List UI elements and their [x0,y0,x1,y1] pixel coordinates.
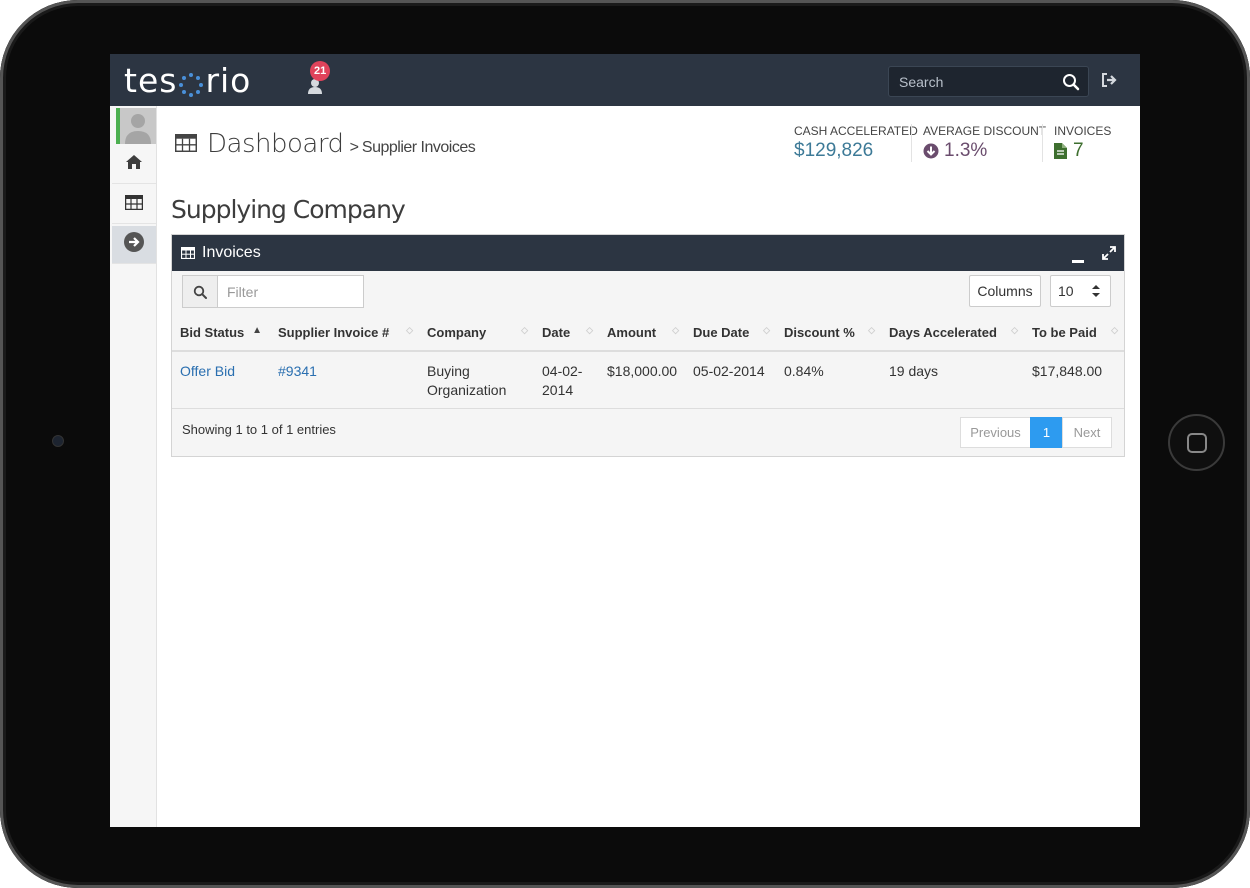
table-toolbar: Columns 10 [172,271,1124,315]
divider [911,124,912,162]
invoice-link[interactable]: #9341 [278,363,317,379]
cell-date: 04-02- 2014 [534,351,599,409]
entries-info: Showing 1 to 1 of 1 entries [182,422,336,437]
arrow-right-circle-icon [123,231,145,258]
sort-asc-icon: ▲ [252,325,262,336]
cell-bid-status: Offer Bid [172,351,270,409]
filter-input[interactable] [218,276,358,307]
stat-label: INVOICES [1054,124,1112,138]
stat-value-wrap: 1.3% [923,140,1046,162]
table-footer: Showing 1 to 1 of 1 entries Previous 1 N… [172,407,1124,457]
sidebar-item-table[interactable] [112,186,156,224]
logo-text-right: rio [205,60,252,100]
page-title: Dashboard [207,129,344,159]
sidebar-item-home[interactable] [112,146,156,184]
home-hardware-button [1168,414,1225,471]
stat-cash-accelerated: CASH ACCELERATED $129,826 [794,124,918,164]
select-arrows-icon [1092,284,1100,301]
pagination: Previous 1 Next [960,417,1112,448]
invoices-table: Bid Status ▲ Supplier Invoice # ◇ Company ◇… [172,315,1124,409]
panel-header: Invoices [172,235,1124,271]
page-header: Dashboard > Supplier Invoices [174,129,476,159]
sort-icon: ◇ [1111,325,1118,335]
minus-icon[interactable] [1072,251,1084,269]
column-header-due-date[interactable]: Due Date ◇ [685,315,776,352]
top-navbar: tes rio 21 [110,54,1140,106]
expand-icon[interactable] [1102,246,1116,265]
page-size-value: 10 [1058,283,1074,299]
file-icon [1054,143,1067,159]
cell-due-date: 05-02-2014 [685,351,776,409]
cell-amount: $18,000.00 [599,351,685,409]
cell-invoice: #9341 [270,351,419,409]
offer-bid-link[interactable]: Offer Bid [180,363,235,379]
column-header-date[interactable]: Date ◇ [534,315,599,352]
stat-label: AVERAGE DISCOUNT [923,124,1047,138]
search-icon[interactable] [1062,73,1080,91]
stat-value: 1.3% [944,140,988,161]
search-field[interactable] [888,66,1089,97]
sort-icon: ◇ [868,325,875,335]
invoices-panel: Invoices Filter Columns 10 Bid Status ▲ … [171,234,1125,457]
tablet-frame: tes rio 21 Search Dashboard > Supplier I… [0,0,1250,888]
column-header-supplier-invoice[interactable]: Supplier Invoice # ◇ [270,315,419,352]
column-header-bid-status[interactable]: Bid Status ▲ [172,315,270,352]
company-name: Supplying Company [171,195,406,224]
stat-value-wrap: 7 [1054,140,1111,162]
stat-value: 7 [1073,140,1084,161]
logout-icon[interactable] [1100,71,1118,89]
sort-icon: ◇ [521,325,528,335]
column-header-amount[interactable]: Amount ◇ [599,315,685,352]
cell-discount: 0.84% [776,351,881,409]
next-button[interactable]: Next [1062,417,1112,448]
column-header-discount[interactable]: Discount % ◇ [776,315,881,352]
panel-title: Invoices [202,244,261,261]
sidebar [110,106,157,827]
logo-text-left: tes [124,60,178,100]
stat-label: CASH ACCELERATED [794,124,918,138]
column-header-days-accelerated[interactable]: Days Accelerated ◇ [881,315,1024,352]
sort-icon: ◇ [763,325,770,335]
table-row: Offer Bid #9341 Buying Organization 04-02… [172,351,1124,409]
cell-to-be-paid: $17,848.00 [1024,351,1124,409]
sidebar-item-toggle[interactable] [112,226,156,264]
app-screen: tes rio 21 Search Dashboard > Supplier I… [110,54,1140,827]
filter-field[interactable] [182,275,364,308]
search-input[interactable] [889,67,1059,96]
page-1-button[interactable]: 1 [1030,417,1063,448]
sort-icon: ◇ [672,325,679,335]
table-icon [124,194,144,215]
breadcrumb-separator: > [349,139,359,156]
column-header-company[interactable]: Company ◇ [419,315,534,352]
sort-icon: ◇ [586,325,593,335]
search-icon [183,276,218,307]
avatar[interactable] [116,108,156,144]
table-icon [174,133,198,157]
stat-invoices: INVOICES 7 [1054,124,1111,164]
page-size-select[interactable]: 10 [1050,275,1111,307]
arrow-down-circle-icon [923,143,939,159]
column-header-to-be-paid[interactable]: To be Paid ◇ [1024,315,1124,352]
sort-icon: ◇ [1011,325,1018,335]
home-icon [125,154,143,175]
tesorio-logo[interactable]: tes rio [124,60,252,100]
stat-average-discount: AVERAGE DISCOUNT 1.3% [923,124,1046,164]
table-icon [180,246,196,264]
camera [52,435,64,447]
sort-icon: ◇ [406,325,413,335]
cell-company: Buying Organization [419,351,534,409]
logo-dots-icon [178,67,204,97]
cell-days-accelerated: 19 days [881,351,1024,409]
table-header-row: Bid Status ▲ Supplier Invoice # ◇ Company ◇… [172,315,1124,352]
stat-value: $129,826 [794,140,874,161]
breadcrumb-current: Supplier Invoices [361,139,476,156]
divider [1042,124,1043,162]
columns-button[interactable]: Columns [969,275,1041,307]
previous-button[interactable]: Previous [960,417,1031,448]
